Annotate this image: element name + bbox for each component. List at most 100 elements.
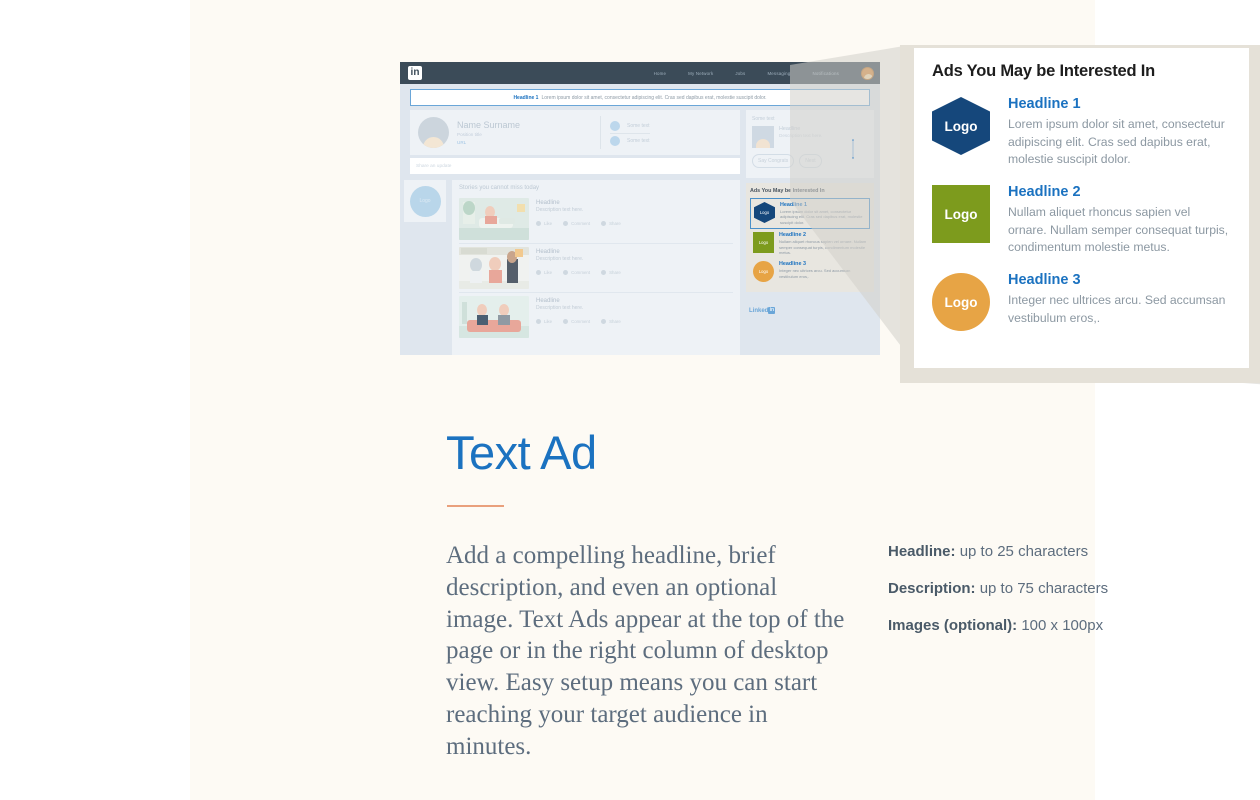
feed-card-headline: Headline bbox=[536, 249, 560, 255]
hexagon-logo-icon: Logo bbox=[932, 97, 990, 155]
nav-item-jobs[interactable]: Jobs bbox=[735, 71, 745, 76]
feed-thumbnail bbox=[459, 296, 529, 338]
profile-stat-row[interactable]: Some text bbox=[610, 133, 650, 148]
like-icon bbox=[536, 270, 541, 275]
feed-thumbnail bbox=[459, 198, 529, 240]
panel-ad-item-3[interactable]: Logo Headline 3 Integer nec ultrices arc… bbox=[932, 272, 1231, 331]
comment-icon bbox=[563, 270, 569, 275]
share-action[interactable]: Share bbox=[601, 319, 621, 324]
left-rail-logo: Logo bbox=[404, 180, 446, 222]
like-label: Like bbox=[544, 221, 553, 226]
spec-value: up to 75 characters bbox=[979, 580, 1109, 597]
avatar[interactable] bbox=[861, 66, 874, 80]
like-action[interactable]: Like bbox=[536, 270, 552, 275]
nav-item-home[interactable]: Home bbox=[654, 71, 667, 76]
profile-photo bbox=[418, 117, 449, 148]
nav-item-messaging[interactable]: Messaging bbox=[767, 71, 790, 76]
next-button[interactable]: Next bbox=[799, 154, 822, 168]
share-label: Share bbox=[609, 270, 621, 275]
feed-card[interactable]: Headline Description text here. Like Com… bbox=[459, 292, 733, 341]
ad-description: Lorem ipsum dolor sit amet, consectetur … bbox=[780, 209, 863, 225]
feed-title: Stories you cannot miss today bbox=[459, 185, 540, 191]
like-icon bbox=[536, 221, 541, 226]
like-icon bbox=[536, 319, 541, 324]
panel-ad-item-2[interactable]: Logo Headline 2 Nullam aliquet rhoncus s… bbox=[932, 184, 1231, 257]
panel-ad-item-1[interactable]: Logo Headline 1 Lorem ipsum dolor sit am… bbox=[932, 96, 1231, 169]
nav-item-my-network[interactable]: My Network bbox=[688, 71, 713, 76]
comment-label: Comment bbox=[571, 270, 591, 275]
comment-icon bbox=[563, 319, 569, 324]
ad-item-3[interactable]: Logo Headline 3 Integer nec ultrices arc… bbox=[750, 258, 870, 285]
ad-description: Integer nec ultrices arcu. Sed accumsan … bbox=[779, 268, 851, 279]
right-rail: Some text Headline Description text here… bbox=[746, 110, 874, 355]
profile-stats: Some text Some text bbox=[610, 118, 650, 148]
feed-card[interactable]: Headline Description text here. Like Com… bbox=[459, 243, 733, 292]
linkedin-feed-mockup: in Home My Network Jobs Messaging Notifi… bbox=[400, 62, 880, 355]
ad-item-1[interactable]: Logo Headline 1 Lorem ipsum dolor sit am… bbox=[750, 198, 870, 230]
ad-item-2[interactable]: Logo Headline 2 Nullam aliquet rhoncus s… bbox=[750, 229, 870, 258]
ad-description: Nullam aliquet rhoncus sapien vel ornare… bbox=[779, 239, 867, 255]
suggestion-headline: Headline bbox=[779, 126, 801, 132]
feed-card-description: Description text here. bbox=[536, 256, 584, 262]
ads-box-small: Ads You May be Interested In Logo Headli… bbox=[746, 183, 874, 293]
feed-thumbnail bbox=[459, 247, 529, 289]
hexagon-logo-icon: Logo bbox=[754, 202, 775, 223]
mockup-footer: Linkedin bbox=[746, 299, 874, 317]
nav-item-notifications[interactable]: Notifications bbox=[812, 71, 839, 76]
spec-headline: Headline: up to 25 characters bbox=[888, 543, 1228, 560]
divider bbox=[600, 116, 601, 149]
body-paragraph: Add a compelling headline, brief descrip… bbox=[446, 542, 845, 760]
linkedin-in-icon: in bbox=[768, 307, 776, 315]
share-action[interactable]: Share bbox=[601, 221, 621, 226]
title-underline-rule bbox=[447, 505, 504, 507]
spec-label: Headline: bbox=[888, 543, 956, 560]
circle-logo-icon: Logo bbox=[753, 261, 774, 283]
feed-card-headline: Headline bbox=[536, 200, 560, 206]
like-action[interactable]: Like bbox=[536, 221, 552, 226]
ads-panel-enlarged: Ads You May be Interested In Logo Headli… bbox=[914, 48, 1249, 368]
comment-action[interactable]: Comment bbox=[563, 270, 590, 275]
like-action[interactable]: Like bbox=[536, 319, 552, 324]
share-update-input[interactable]: Share an update bbox=[410, 158, 740, 174]
feed-card-description: Description text here. bbox=[536, 305, 584, 311]
ads-box-title: Ads You May be Interested In bbox=[750, 188, 825, 194]
suggestion-card: Some text Headline Description text here… bbox=[746, 110, 874, 178]
share-icon bbox=[601, 319, 607, 324]
spec-description: Description: up to 75 characters bbox=[888, 580, 1228, 597]
square-logo-icon: Logo bbox=[932, 185, 990, 243]
ads-panel-title: Ads You May be Interested In bbox=[932, 62, 1156, 80]
feed-card-headline: Headline bbox=[536, 298, 560, 304]
comment-label: Comment bbox=[571, 221, 591, 226]
comment-icon bbox=[563, 221, 569, 226]
profile-stat-label: Some text bbox=[627, 138, 650, 144]
slide-page: in Home My Network Jobs Messaging Notifi… bbox=[190, 0, 1260, 800]
comment-action[interactable]: Comment bbox=[563, 221, 590, 226]
suggestion-some-text: Some text bbox=[752, 116, 775, 122]
comment-action[interactable]: Comment bbox=[563, 319, 590, 324]
suggestion-description: Description text here. bbox=[779, 133, 823, 138]
share-icon bbox=[601, 270, 607, 275]
say-congrats-button[interactable]: Say Congrats bbox=[752, 154, 795, 168]
feed-column: Stories you cannot miss today Headline D… bbox=[452, 180, 740, 355]
spec-label: Images (optional): bbox=[888, 617, 1018, 634]
top-banner-ad[interactable]: Headline 1 Lorem ipsum dolor sit amet, c… bbox=[410, 89, 870, 106]
comment-label: Comment bbox=[571, 319, 591, 324]
panel-ad-description: Integer nec ultrices arcu. Sed accumsan … bbox=[1008, 292, 1226, 325]
panel-ad-headline[interactable]: Headline 3 bbox=[1008, 272, 1231, 289]
dot-icon bbox=[610, 120, 620, 131]
profile-stat-row[interactable]: Some text bbox=[610, 118, 650, 133]
circle-logo-icon: Logo bbox=[932, 273, 990, 331]
share-action[interactable]: Share bbox=[601, 270, 621, 275]
share-icon bbox=[601, 221, 607, 226]
spec-images: Images (optional): 100 x 100px bbox=[888, 617, 1228, 634]
spec-label: Description: bbox=[888, 580, 976, 597]
mockup-body: Name Surname Position title URL Some tex… bbox=[400, 110, 880, 355]
feed-card[interactable]: Headline Description text here. Like Com… bbox=[459, 195, 733, 243]
panel-ad-headline[interactable]: Headline 1 bbox=[1008, 96, 1231, 113]
panel-ad-headline[interactable]: Headline 2 bbox=[1008, 184, 1231, 201]
banner-headline: Headline 1 bbox=[513, 94, 539, 101]
profile-stat-label: Some text bbox=[627, 122, 650, 129]
share-placeholder: Share an update bbox=[416, 163, 452, 169]
profile-url[interactable]: URL bbox=[457, 140, 520, 145]
dot-icon bbox=[610, 136, 620, 146]
